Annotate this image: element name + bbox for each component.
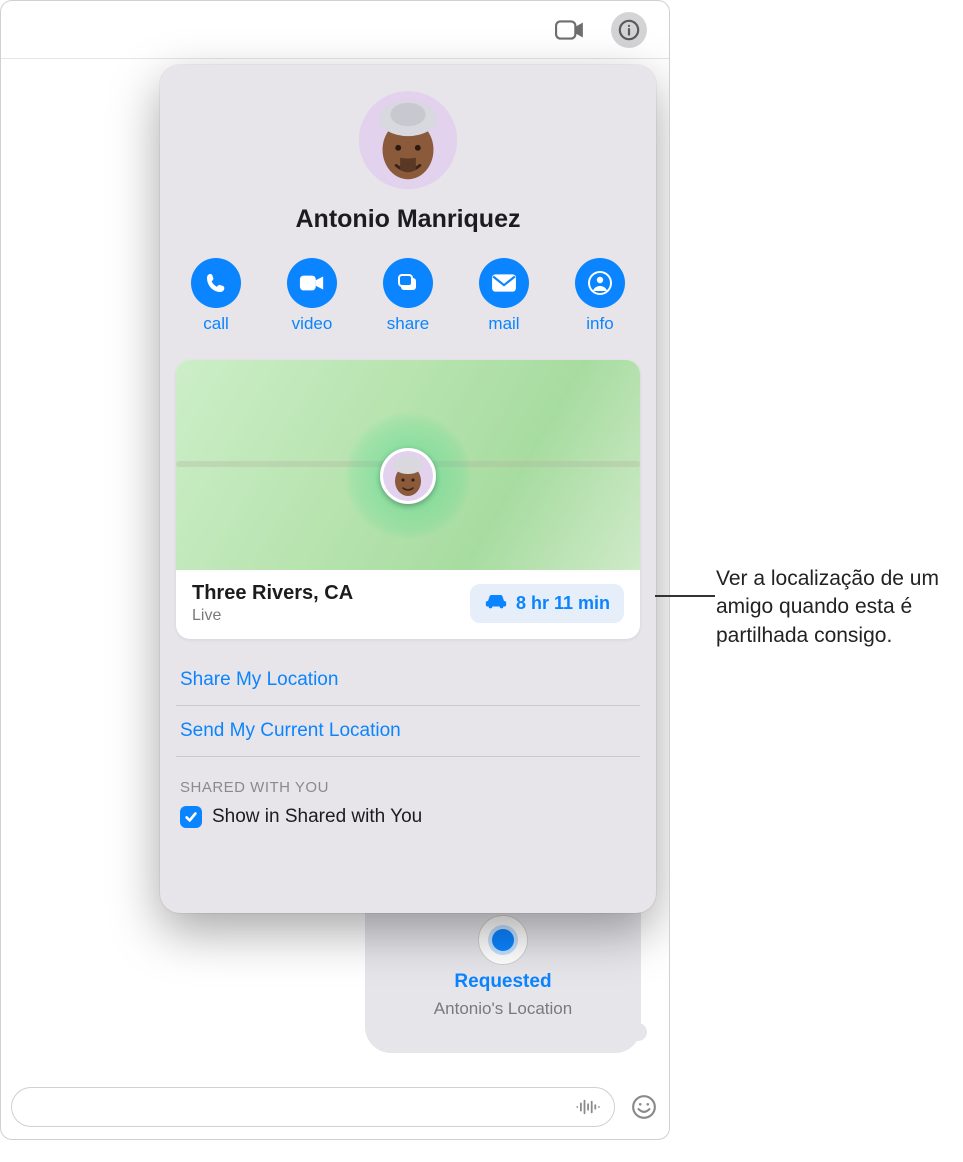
audio-record-icon[interactable] <box>574 1095 604 1119</box>
send-current-location-link[interactable]: Send My Current Location <box>176 706 640 757</box>
drive-time-label: 8 hr 11 min <box>516 593 610 614</box>
message-input[interactable] <box>11 1087 615 1127</box>
mail-icon <box>479 258 529 308</box>
mail-button[interactable]: mail <box>468 258 540 334</box>
request-title: Requested <box>454 971 551 993</box>
facetime-video-icon[interactable] <box>555 15 585 45</box>
video-button[interactable]: video <box>276 258 348 334</box>
map-footer: Three Rivers, CA Live 8 hr 11 min <box>176 570 640 639</box>
emoji-picker-button[interactable] <box>629 1092 659 1122</box>
contact-action-row: call video share mail <box>160 234 656 360</box>
map-preview[interactable] <box>176 360 640 570</box>
checkbox-checked-icon[interactable] <box>180 806 202 828</box>
share-button[interactable]: share <box>372 258 444 334</box>
location-dot-icon <box>478 915 528 965</box>
call-label: call <box>203 314 229 334</box>
location-status: Live <box>192 607 353 625</box>
phone-icon <box>191 258 241 308</box>
show-in-shared-row[interactable]: Show in Shared with You <box>176 806 640 834</box>
contact-details-popover: Antonio Manriquez call video share <box>160 65 656 913</box>
share-label: share <box>387 314 430 334</box>
screenshare-icon <box>383 258 433 308</box>
shared-with-you-header: SHARED WITH YOU <box>176 757 640 806</box>
contact-avatar[interactable] <box>359 91 457 189</box>
video-icon <box>287 258 337 308</box>
info-action-button[interactable]: info <box>564 258 636 334</box>
show-in-shared-label: Show in Shared with You <box>212 806 422 828</box>
map-avatar-pin <box>380 448 436 504</box>
callout-text: Ver a localização de um amigo quando est… <box>716 565 956 650</box>
share-my-location-link[interactable]: Share My Location <box>176 655 640 706</box>
mail-label: mail <box>488 314 519 334</box>
location-map-card[interactable]: Three Rivers, CA Live 8 hr 11 min <box>176 360 640 639</box>
request-subtitle: Antonio's Location <box>434 999 572 1019</box>
location-place: Three Rivers, CA <box>192 582 353 605</box>
drive-time-button[interactable]: 8 hr 11 min <box>470 584 624 623</box>
contact-header: Antonio Manriquez <box>160 65 656 234</box>
message-input-bar <box>11 1087 659 1127</box>
person-icon <box>575 258 625 308</box>
call-button[interactable]: call <box>180 258 252 334</box>
messages-window: Requested Antonio's Location Antonio Man… <box>0 0 670 1140</box>
location-links: Share My Location Send My Current Locati… <box>176 655 640 834</box>
contact-name: Antonio Manriquez <box>296 205 521 234</box>
conversation-toolbar <box>1 1 669 59</box>
info-label: info <box>586 314 613 334</box>
details-info-button[interactable] <box>611 12 647 48</box>
callout-line <box>655 595 715 597</box>
car-icon <box>484 592 508 615</box>
video-label: video <box>292 314 333 334</box>
